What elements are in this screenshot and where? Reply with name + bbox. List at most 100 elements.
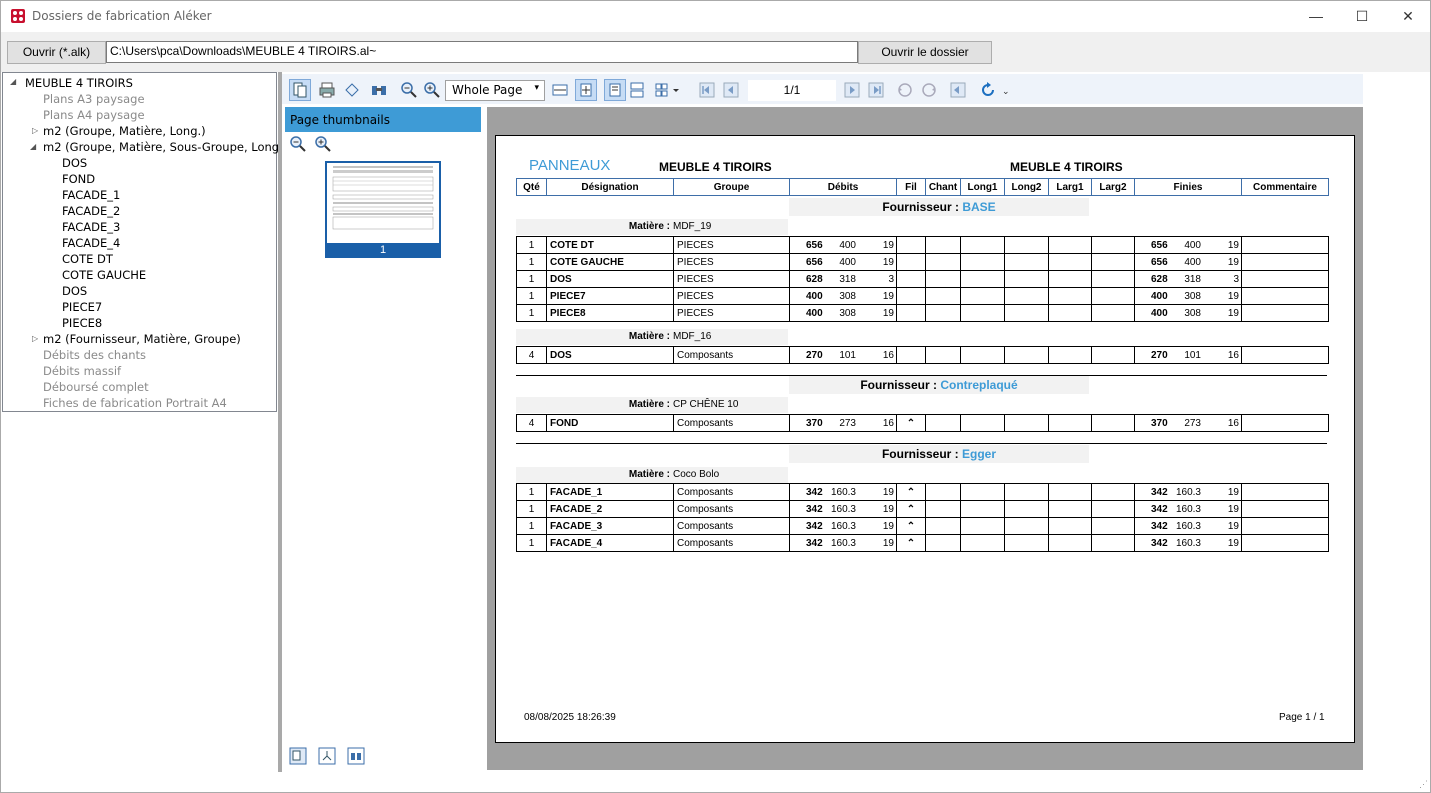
toolbar-overflow-icon[interactable]: ⌄ — [1002, 86, 1020, 104]
larg1-cell — [1048, 483, 1092, 501]
finies-cell: 270 101 16 — [1134, 346, 1242, 364]
table-row[interactable]: 1 PIECE7 PIECES 400 308 19 400 308 19 — [516, 287, 1329, 305]
open-folder-button[interactable]: Ouvrir le dossier — [858, 41, 992, 64]
find-icon[interactable] — [370, 81, 388, 99]
last-page-icon[interactable] — [867, 81, 885, 99]
next-page-icon[interactable] — [843, 81, 861, 99]
table-row[interactable]: 4 FOND Composants 370 273 16 ⌃ 370 273 1… — [516, 414, 1329, 432]
tree-item[interactable]: PIECE8 — [62, 315, 102, 331]
continuous-page-icon[interactable] — [628, 81, 646, 99]
tree-item[interactable]: PIECE7 — [62, 299, 102, 315]
qte-cell: 1 — [516, 270, 547, 288]
finie-width: 308 — [1184, 308, 1201, 319]
long1-cell — [960, 483, 1005, 501]
tree-item[interactable]: m2 (Groupe, Matière, Sous-Groupe, Long.) — [43, 139, 287, 155]
history-forward-icon[interactable] — [920, 81, 938, 99]
open-alk-button[interactable]: Ouvrir (*.alk) — [7, 41, 106, 64]
tree-item[interactable]: DOS — [62, 155, 87, 171]
tree-item[interactable]: FACADE_2 — [62, 203, 120, 219]
search-panel-icon[interactable] — [347, 747, 365, 765]
tree-item[interactable]: FACADE_3 — [62, 219, 120, 235]
zoom-mode-select[interactable]: Whole Page ▾ — [445, 80, 545, 101]
tree-item[interactable]: Plans A3 paysage — [43, 91, 145, 107]
file-path-field[interactable]: C:\Users\pca\Downloads\MEUBLE 4 TIROIRS.… — [106, 41, 858, 63]
print-icon[interactable] — [318, 81, 336, 99]
tree-item[interactable]: COTE GAUCHE — [62, 267, 146, 283]
first-page-icon[interactable] — [698, 81, 716, 99]
commentaire-cell — [1241, 270, 1329, 288]
expanded-arrow-icon[interactable]: ◢ — [10, 77, 16, 86]
fil-cell: ⌃ — [896, 517, 926, 535]
page-setup-icon[interactable] — [343, 81, 361, 99]
finie-length: 342 — [1151, 538, 1168, 549]
table-row[interactable]: 1 DOS PIECES 628 318 3 628 318 3 — [516, 270, 1329, 288]
thumbnails-view-icon[interactable] — [289, 747, 307, 765]
matiere-header: Matière : CP CHÊNE 10 — [516, 397, 788, 413]
table-row[interactable]: 4 DOS Composants 270 101 16 270 101 16 — [516, 346, 1329, 364]
go-back-icon[interactable] — [949, 81, 967, 99]
tree-item[interactable]: DOS — [62, 283, 87, 299]
tree-item[interactable]: Fiches de fabrication Portrait A4 — [43, 395, 227, 411]
expanded-arrow-icon[interactable]: ◢ — [30, 142, 36, 151]
table-row[interactable]: 1 FACADE_4 Composants 342 160.3 19 ⌃ 342… — [516, 534, 1329, 552]
single-page-icon[interactable] — [604, 79, 626, 101]
thumbnails-toggle-icon[interactable] — [289, 79, 311, 101]
long2-cell — [1004, 517, 1049, 535]
report-page-number: Page 1 / 1 — [1279, 712, 1325, 723]
finies-cell: 656 400 19 — [1134, 253, 1242, 271]
tree-item[interactable]: FACADE_4 — [62, 235, 120, 251]
qte-cell: 1 — [516, 500, 547, 518]
tree-item[interactable]: m2 (Fournisseur, Matière, Groupe) — [43, 331, 241, 347]
page-width-icon[interactable] — [551, 81, 569, 99]
debit-thickness: 19 — [882, 538, 894, 549]
refresh-icon[interactable] — [979, 81, 997, 99]
groupe-cell: Composants — [673, 534, 790, 552]
zoom-out-icon[interactable] — [400, 81, 418, 99]
thumb-zoom-out-icon[interactable] — [289, 135, 307, 153]
multi-page-icon[interactable] — [654, 81, 684, 99]
tree-item[interactable]: FACADE_1 — [62, 187, 120, 203]
tree-item[interactable]: Débits massif — [43, 363, 121, 379]
debit-length: 400 — [806, 308, 823, 319]
report-tree[interactable]: ◢ MEUBLE 4 TIROIRS Plans A3 paysage Plans… — [2, 72, 287, 412]
outline-view-icon[interactable] — [318, 747, 336, 765]
minimize-button[interactable]: — — [1293, 1, 1339, 32]
tree-root[interactable]: MEUBLE 4 TIROIRS — [25, 75, 133, 91]
tree-item[interactable]: FOND — [62, 171, 95, 187]
thumb-zoom-in-icon[interactable] — [314, 135, 332, 153]
maximize-button[interactable]: ☐ — [1339, 1, 1385, 32]
tree-item[interactable]: Plans A4 paysage — [43, 107, 145, 123]
tree-item[interactable]: m2 (Groupe, Matière, Long.) — [43, 123, 206, 139]
debits-cell: 342 160.3 19 — [789, 483, 897, 501]
resize-grip-icon[interactable]: ⋰ — [1419, 779, 1428, 790]
table-row[interactable]: 1 FACADE_3 Composants 342 160.3 19 ⌃ 342… — [516, 517, 1329, 535]
qte-cell: 4 — [516, 346, 547, 364]
page-number-field[interactable]: 1/1 — [748, 80, 836, 101]
debit-thickness: 19 — [882, 487, 894, 498]
chevron-down-icon: ▾ — [534, 83, 539, 93]
table-row[interactable]: 1 PIECE8 PIECES 400 308 19 400 308 19 — [516, 304, 1329, 322]
commentaire-cell — [1241, 483, 1329, 501]
larg1-cell — [1048, 500, 1092, 518]
table-row[interactable]: 1 FACADE_2 Composants 342 160.3 19 ⌃ 342… — [516, 500, 1329, 518]
tree-item[interactable]: COTE DT — [62, 251, 113, 267]
column-header: Finies — [1134, 178, 1242, 196]
table-row[interactable]: 1 COTE DT PIECES 656 400 19 656 400 19 — [516, 236, 1329, 254]
tree-item[interactable]: Débits des chants — [43, 347, 146, 363]
table-row[interactable]: 1 FACADE_1 Composants 342 160.3 19 ⌃ 342… — [516, 483, 1329, 501]
previous-page-icon[interactable] — [722, 81, 740, 99]
finies-cell: 628 318 3 — [1134, 270, 1242, 288]
history-back-icon[interactable] — [896, 81, 914, 99]
collapsed-arrow-icon[interactable]: ▷ — [32, 126, 38, 135]
whole-page-icon[interactable] — [575, 79, 597, 101]
table-row[interactable]: 1 COTE GAUCHE PIECES 656 400 19 656 400 … — [516, 253, 1329, 271]
close-button[interactable]: ✕ — [1385, 1, 1431, 32]
report-canvas[interactable]: PANNEAUX MEUBLE 4 TIROIRS MEUBLE 4 TIROI… — [487, 107, 1363, 770]
debit-width: 101 — [839, 350, 856, 361]
long2-cell — [1004, 270, 1049, 288]
larg1-cell — [1048, 414, 1092, 432]
tree-item[interactable]: Déboursé complet — [43, 379, 149, 395]
zoom-in-icon[interactable] — [423, 81, 441, 99]
long2-cell — [1004, 483, 1049, 501]
collapsed-arrow-icon[interactable]: ▷ — [32, 334, 38, 343]
